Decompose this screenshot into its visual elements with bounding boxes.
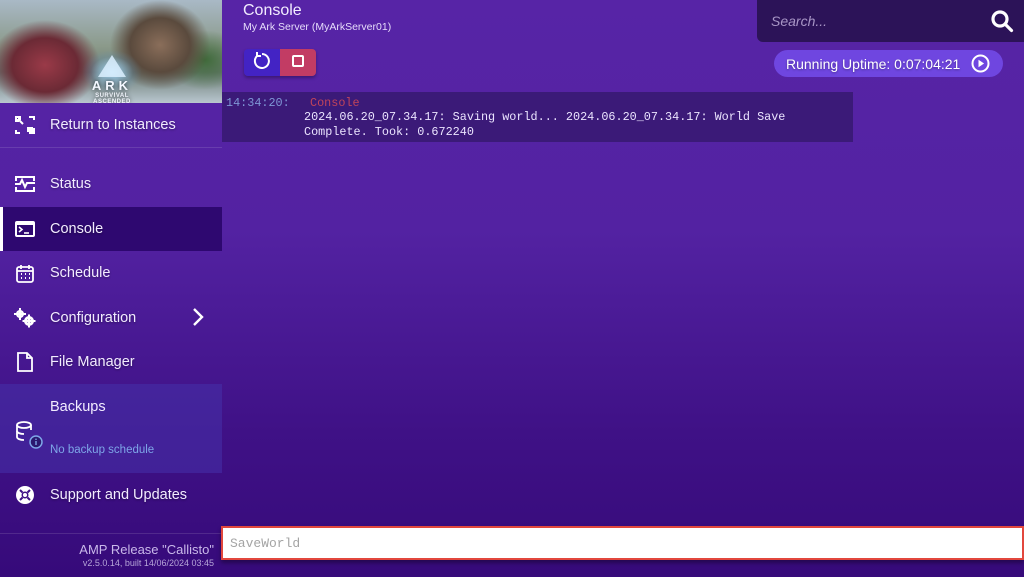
ark-logo-subtitle: SURVIVAL ASCENDED — [93, 93, 131, 103]
game-banner-image: ARK SURVIVAL ASCENDED — [0, 0, 222, 103]
console-entry-source: Console — [310, 96, 360, 110]
return-icon — [14, 114, 36, 136]
backups-label: Backups — [50, 399, 106, 415]
restart-button[interactable] — [244, 49, 280, 76]
sidebar-item-support[interactable]: Support and Updates — [0, 473, 222, 517]
sidebar: ARK SURVIVAL ASCENDED Return to Instance… — [0, 0, 222, 577]
release-info: AMP Release "Callisto" v2.5.0.14, built … — [79, 542, 214, 568]
console-entry-message: 2024.06.20_07.34.17: Saving world... 202… — [304, 110, 786, 139]
chevron-right-icon — [192, 307, 204, 332]
gears-icon — [14, 307, 36, 329]
lifebuoy-icon — [14, 484, 36, 506]
uptime-badge: Running Uptime: 0:07:04:21 — [774, 50, 1003, 77]
search-input[interactable] — [771, 10, 971, 32]
sidebar-item-backups[interactable]: Backups No backup schedule — [0, 384, 222, 473]
console-output: 14:34:20: Console 2024.06.20_07.34.17: S… — [222, 92, 853, 142]
page-title: Console — [243, 2, 302, 19]
console-entry-time: 14:34:20: — [226, 96, 290, 110]
file-icon — [14, 351, 36, 373]
server-controls — [244, 49, 316, 76]
sidebar-item-schedule[interactable]: Schedule — [0, 251, 222, 295]
sidebar-divider — [0, 147, 222, 148]
sidebar-item-label: Console — [50, 221, 104, 237]
return-to-instances-label: Return to Instances — [50, 117, 176, 133]
ark-logo-emblem — [98, 55, 126, 77]
sidebar-item-label: Configuration — [50, 310, 137, 326]
ark-logo: ARK SURVIVAL ASCENDED — [82, 55, 142, 103]
release-build: v2.5.0.14, built 14/06/2024 03:45 — [82, 558, 214, 568]
ark-logo-title: ARK — [91, 78, 133, 93]
calendar-icon — [14, 262, 36, 284]
console-command-input[interactable] — [223, 528, 1022, 558]
terminal-icon — [14, 218, 36, 240]
sidebar-item-label: File Manager — [50, 354, 135, 370]
sidebar-item-label: Schedule — [50, 265, 111, 281]
status-icon — [14, 173, 36, 195]
sidebar-divider — [0, 533, 222, 534]
instance-name: My Ark Server (MyArkServer01) — [243, 21, 392, 33]
sidebar-item-label: Status — [50, 176, 92, 192]
stop-button[interactable] — [280, 49, 316, 76]
stop-icon — [292, 54, 304, 72]
return-to-instances-button[interactable]: Return to Instances — [0, 103, 222, 147]
sidebar-item-status[interactable]: Status — [0, 162, 222, 206]
console-command-field — [221, 526, 1024, 560]
restart-icon — [253, 51, 271, 74]
release-name: AMP Release "Callisto" — [79, 542, 214, 557]
search-bar — [757, 0, 1024, 42]
play-circle-icon[interactable] — [971, 54, 990, 78]
sidebar-item-label: Support and Updates — [50, 487, 188, 503]
sidebar-item-file-manager[interactable]: File Manager — [0, 340, 222, 384]
sidebar-item-configuration[interactable]: Configuration — [0, 296, 222, 340]
database-info-icon — [14, 420, 44, 450]
search-icon[interactable] — [990, 9, 1014, 38]
sidebar-item-console[interactable]: Console — [0, 207, 222, 251]
uptime-text: Running Uptime: 0:07:04:21 — [786, 55, 961, 72]
backups-status: No backup schedule — [50, 444, 155, 456]
